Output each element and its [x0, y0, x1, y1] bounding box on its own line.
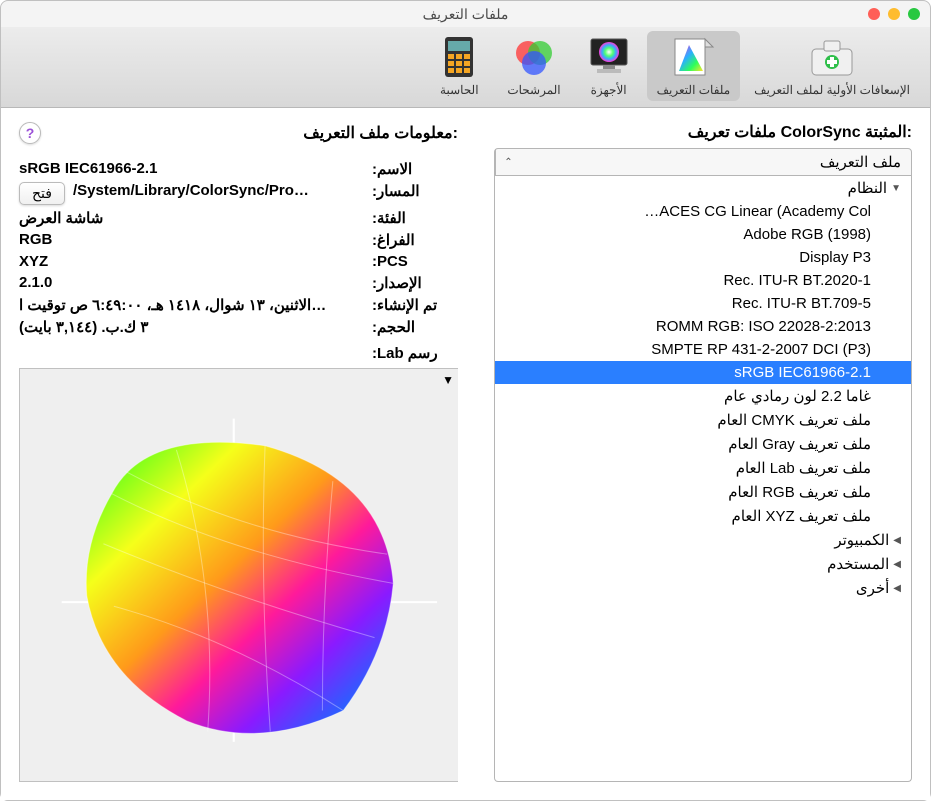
info-label-space: الفراغ:	[372, 231, 458, 249]
sort-arrow-icon[interactable]: ⌃	[495, 149, 521, 175]
tree-group-name: أخرى	[856, 579, 889, 597]
lab-dropdown-icon[interactable]: ▼	[442, 373, 454, 387]
profile-list-pane: ملفات تعريف ColorSync المثبتة: ⌃ ملف الت…	[476, 108, 930, 800]
tree-item[interactable]: sRGB IEC61966-2.1	[495, 361, 911, 384]
info-value-created: الاثنين، ١٣ شوال، ١٤١٨ هـ، ٦:٤٩:٠٠ ص توق…	[19, 296, 364, 314]
close-button[interactable]	[868, 8, 880, 20]
info-label-pcs: PCS:	[372, 253, 458, 270]
first-aid-icon	[808, 35, 856, 79]
info-value-version: 2.1.0	[19, 274, 364, 292]
help-button[interactable]: ?	[19, 122, 41, 144]
toolbar-filters[interactable]: المرشحات	[497, 31, 570, 101]
info-heading: معلومات ملف التعريف:	[41, 123, 458, 143]
tree-item[interactable]: ملف تعريف RGB العام	[495, 480, 911, 504]
open-button[interactable]: فتح	[19, 182, 65, 205]
toolbar-profiles[interactable]: ملفات التعريف	[647, 31, 741, 101]
traffic-lights	[868, 8, 920, 20]
info-label-created: تم الإنشاء:	[372, 296, 458, 314]
window-title: ملفات التعريف	[1, 6, 930, 23]
toolbar-label: الأجهزة	[591, 83, 627, 97]
info-block: الاسم: sRGB IEC61966-2.1 المسار: /System…	[19, 158, 458, 338]
window: ملفات التعريف الإسعافات الأولية لملف الت…	[0, 0, 931, 801]
tree-group[interactable]: ◀ أخرى	[495, 576, 911, 600]
lab-label: رسم Lab:	[372, 344, 458, 362]
disclosure-closed-icon[interactable]: ◀	[893, 559, 901, 570]
minimize-button[interactable]	[888, 8, 900, 20]
info-value-space: RGB	[19, 231, 364, 249]
zoom-button[interactable]	[908, 8, 920, 20]
tree-item[interactable]: ROMM RGB: ISO 22028-2:2013	[495, 315, 911, 338]
tree-item[interactable]: غاما 2.2 لون رمادي عام	[495, 384, 911, 408]
profile-tree[interactable]: ▼ النظام ACES CG Linear (Academy Col…Adobe…	[494, 176, 912, 782]
titlebar: ملفات التعريف	[1, 1, 930, 27]
lab-gamut-icon	[20, 369, 458, 781]
info-value-pcs: XYZ	[19, 253, 364, 270]
info-pane: ? معلومات ملف التعريف: الاسم: sRGB IEC61…	[1, 108, 476, 800]
tree-item[interactable]: Rec. ITU-R BT.709-5	[495, 292, 911, 315]
info-label-size: الحجم:	[372, 318, 458, 336]
info-value-name: sRGB IEC61966-2.1	[19, 160, 364, 178]
lab-plot[interactable]: ▼	[19, 368, 458, 782]
tree-group[interactable]: ▼ النظام	[495, 176, 911, 200]
profiles-icon	[669, 35, 717, 79]
toolbar-calculator[interactable]: الحاسبة	[425, 31, 493, 101]
info-value-size: ٣ ك.ب. (٣,١٤٤ بايت)	[19, 318, 364, 336]
profile-column-header[interactable]: ⌃ ملف التعريف	[494, 148, 912, 176]
tree-item[interactable]: ملف تعريف XYZ العام	[495, 504, 911, 528]
disclosure-open-icon[interactable]: ▼	[891, 183, 901, 194]
devices-icon	[585, 35, 633, 79]
info-label-name: الاسم:	[372, 160, 458, 178]
toolbar-label: المرشحات	[507, 83, 560, 97]
info-label-class: الفئة:	[372, 209, 458, 227]
toolbar-first-aid[interactable]: الإسعافات الأولية لملف التعريف	[744, 31, 920, 101]
info-value-path: /System/Library/ColorSync/Pro…	[73, 182, 364, 205]
toolbar-label: الحاسبة	[440, 83, 479, 97]
tree-item[interactable]: SMPTE RP 431-2-2007 DCI (P3)	[495, 338, 911, 361]
info-value-class: شاشة العرض	[19, 209, 364, 227]
tree-group-name: النظام	[848, 179, 887, 197]
toolbar-label: الإسعافات الأولية لملف التعريف	[754, 83, 910, 97]
tree-item[interactable]: ACES CG Linear (Academy Col…	[495, 200, 911, 223]
tree-item[interactable]: Rec. ITU-R BT.2020-1	[495, 269, 911, 292]
tree-item[interactable]: ملف تعريف Gray العام	[495, 432, 911, 456]
tree-group[interactable]: ◀ المستخدم	[495, 552, 911, 576]
tree-group[interactable]: ◀ الكمبيوتر	[495, 528, 911, 552]
tree-item[interactable]: Display P3	[495, 246, 911, 269]
info-label-path: المسار:	[372, 182, 458, 205]
tree-item[interactable]: ملف تعريف CMYK العام	[495, 408, 911, 432]
filters-icon	[510, 35, 558, 79]
tree-item[interactable]: ملف تعريف Lab العام	[495, 456, 911, 480]
profile-column-label: ملف التعريف	[521, 149, 911, 175]
info-label-version: الإصدار:	[372, 274, 458, 292]
disclosure-closed-icon[interactable]: ◀	[893, 583, 901, 594]
tree-item[interactable]: Adobe RGB (1998)	[495, 223, 911, 246]
disclosure-closed-icon[interactable]: ◀	[893, 535, 901, 546]
toolbar: الإسعافات الأولية لملف التعريف ملفات الت…	[1, 27, 930, 108]
toolbar-devices[interactable]: الأجهزة	[575, 31, 643, 101]
tree-group-name: الكمبيوتر	[834, 531, 889, 549]
calculator-icon	[435, 35, 483, 79]
content: ? معلومات ملف التعريف: الاسم: sRGB IEC61…	[1, 108, 930, 800]
tree-group-name: المستخدم	[827, 555, 889, 573]
toolbar-label: ملفات التعريف	[657, 83, 731, 97]
profile-list-heading: ملفات تعريف ColorSync المثبتة:	[494, 122, 912, 142]
